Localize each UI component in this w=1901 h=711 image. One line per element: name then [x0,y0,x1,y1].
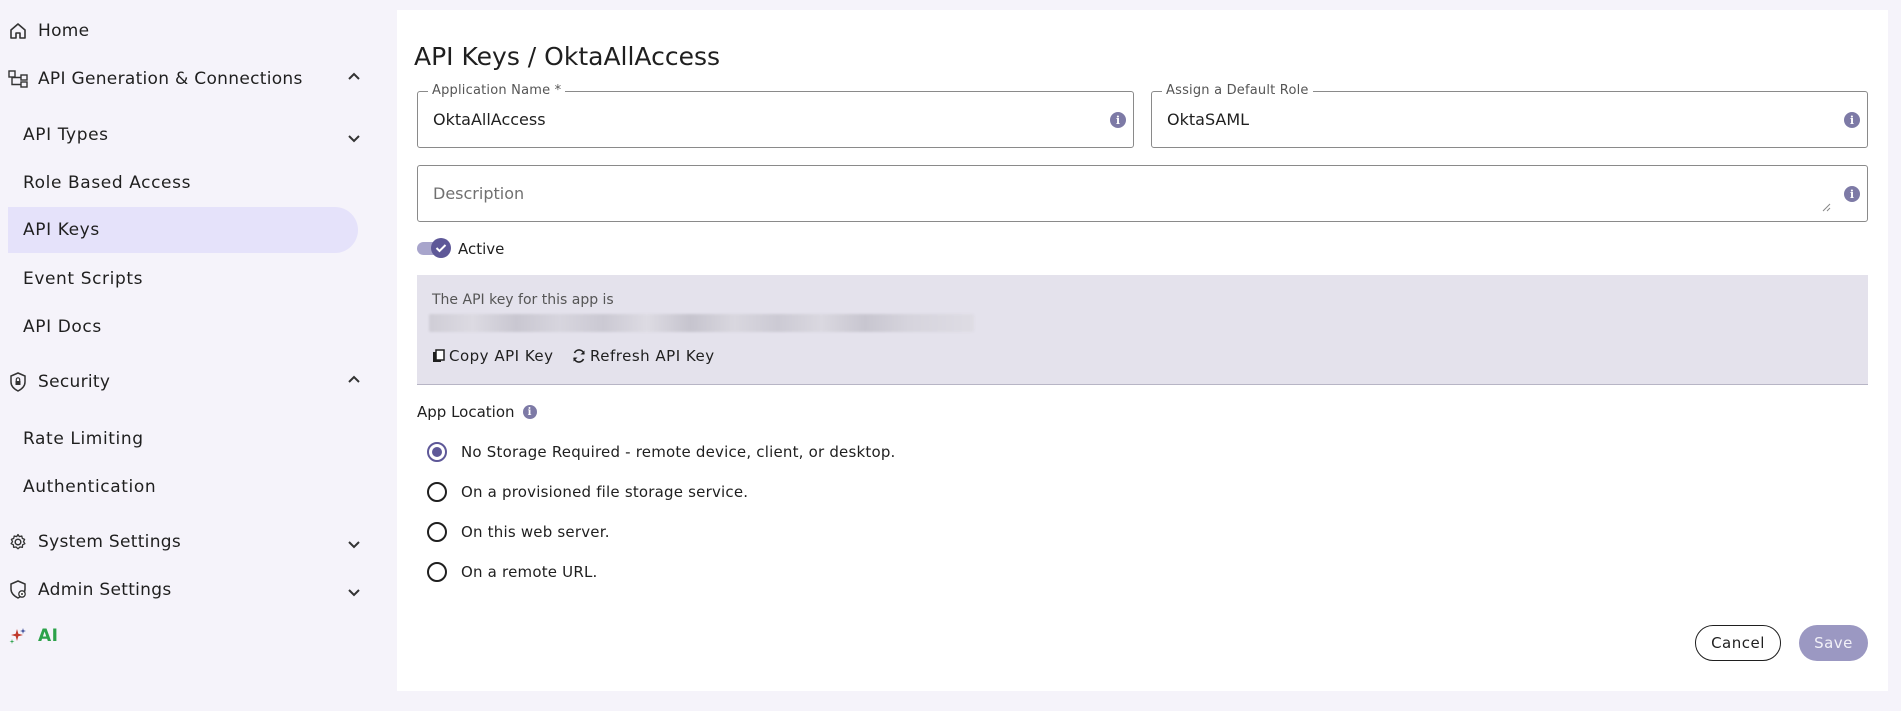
sparkle-icon [8,626,28,646]
active-toggle[interactable] [417,238,451,258]
sidebar-item-api-generation[interactable]: API Generation & Connections [8,64,303,94]
refresh-api-key-label: Refresh API Key [590,347,715,365]
sidebar-item-label: API Keys [23,220,100,240]
radio-icon[interactable] [427,522,447,542]
radio-label: On a remote URL. [461,563,598,581]
sidebar-item-label: Authentication [23,477,157,497]
sidebar-item-label: Rate Limiting [23,429,144,449]
sidebar-item-label: Admin Settings [38,580,172,600]
application-name-value[interactable]: OktaAllAccess [433,110,546,129]
active-label: Active [458,240,505,258]
chevron-down-icon[interactable] [345,130,363,148]
cancel-button[interactable]: Cancel [1695,625,1781,661]
refresh-api-key-button[interactable]: Refresh API Key [572,347,715,365]
sidebar-item-event-scripts[interactable]: Event Scripts [8,256,358,302]
sidebar-item-label: API Types [23,125,109,145]
shield-icon [8,372,28,392]
sidebar: Home API Generation & Connections API Ty… [0,0,380,711]
location-option-web-server[interactable]: On this web server. [427,522,610,542]
sidebar-item-home[interactable]: Home [8,16,89,46]
sidebar-item-label: Event Scripts [23,269,144,289]
copy-api-key-label: Copy API Key [449,347,554,365]
chevron-up-icon[interactable] [345,67,363,85]
chevron-up-icon[interactable] [345,370,363,388]
default-role-value[interactable]: OktaSAML [1167,110,1249,129]
radio-label: On this web server. [461,523,610,541]
location-option-no-storage[interactable]: No Storage Required - remote device, cli… [427,442,896,462]
application-name-field[interactable]: Application Name * OktaAllAccess i [417,83,1134,148]
radio-selected-icon[interactable] [427,442,447,462]
main-panel: API Keys / OktaAllAccess Application Nam… [397,10,1888,691]
api-key-header: The API key for this app is [432,292,614,308]
location-option-remote-url[interactable]: On a remote URL. [427,562,598,582]
description-field[interactable]: Description i [417,165,1868,222]
radio-label: On a provisioned file storage service. [461,483,749,501]
sidebar-item-label: AI [38,626,59,646]
sidebar-item-rate-limiting[interactable]: Rate Limiting [8,416,358,462]
sidebar-item-ai[interactable]: AI [8,626,58,646]
sidebar-item-label: Security [38,372,111,392]
info-icon[interactable]: i [1844,112,1860,128]
application-name-label: Application Name * [428,83,566,98]
default-role-label: Assign a Default Role [1162,83,1313,98]
connections-icon [8,69,28,89]
sidebar-item-api-docs[interactable]: API Docs [8,304,358,350]
copy-api-key-button[interactable]: Copy API Key [431,347,554,365]
gear-icon [8,532,28,552]
info-icon[interactable]: i [522,405,537,419]
chevron-down-icon[interactable] [345,584,363,602]
home-icon [8,21,28,41]
resize-handle-icon[interactable] [1822,197,1831,212]
default-role-field[interactable]: Assign a Default Role OktaSAML i [1151,83,1868,148]
app-location-label: App Location i [417,403,537,421]
location-option-file-storage[interactable]: On a provisioned file storage service. [427,482,748,502]
sidebar-item-authentication[interactable]: Authentication [8,464,358,510]
page-title: API Keys / OktaAllAccess [414,42,721,71]
check-icon [431,238,451,258]
info-icon[interactable]: i [1110,112,1126,128]
sidebar-item-security[interactable]: Security [8,367,110,397]
admin-shield-icon [8,580,28,600]
copy-icon [431,349,445,363]
radio-icon[interactable] [427,482,447,502]
api-key-panel: The API key for this app is Copy API Key… [417,275,1868,385]
sidebar-item-admin-settings[interactable]: Admin Settings [8,575,172,605]
sidebar-item-api-types[interactable]: API Types [8,112,358,158]
radio-label: No Storage Required - remote device, cli… [461,443,896,461]
sidebar-item-api-keys[interactable]: API Keys [8,207,358,253]
description-placeholder: Description [433,184,525,203]
info-icon[interactable]: i [1844,186,1860,202]
sidebar-item-label: Role Based Access [23,173,192,193]
sidebar-item-label: API Generation & Connections [38,69,303,89]
sidebar-item-label: Home [38,21,90,41]
refresh-icon [572,349,586,363]
sidebar-item-label: System Settings [38,532,182,552]
api-key-value-redacted [429,314,974,332]
sidebar-item-label: API Docs [23,317,102,337]
sidebar-item-role-based-access[interactable]: Role Based Access [8,160,358,206]
sidebar-item-system-settings[interactable]: System Settings [8,527,181,557]
radio-icon[interactable] [427,562,447,582]
app-location-text: App Location [417,403,515,421]
chevron-down-icon[interactable] [345,536,363,554]
save-button[interactable]: Save [1799,625,1868,661]
